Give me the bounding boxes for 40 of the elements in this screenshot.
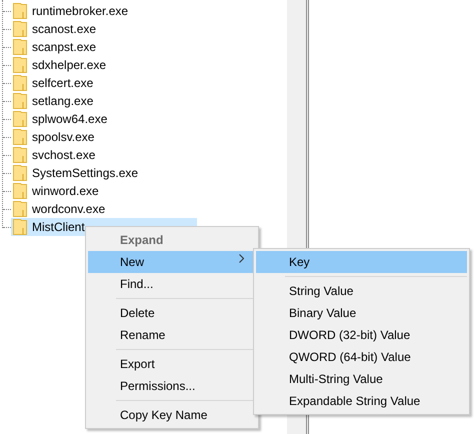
menu-item[interactable]: Expandable String Value <box>256 390 467 412</box>
tree-item[interactable]: spoolsv.exe <box>11 128 108 146</box>
folder-icon <box>13 111 27 127</box>
tree-item[interactable]: splwow64.exe <box>11 110 122 128</box>
folder-icon <box>13 39 27 55</box>
menu-item[interactable]: Delete <box>88 302 256 324</box>
menu-item[interactable]: Find... <box>88 273 256 295</box>
tree-item[interactable]: svchost.exe <box>11 146 110 164</box>
folder-icon <box>13 93 27 109</box>
menu-item[interactable]: Key <box>256 251 467 273</box>
tree-item[interactable]: SystemSettings.exe <box>11 164 152 182</box>
tree-item[interactable]: setlang.exe <box>11 92 108 110</box>
folder-icon <box>13 129 27 145</box>
tree-item[interactable]: scanpst.exe <box>11 38 110 56</box>
folder-icon <box>13 3 27 19</box>
menu-item[interactable]: New <box>88 251 256 273</box>
folder-icon <box>13 75 27 91</box>
menu-item[interactable]: QWORD (64-bit) Value <box>256 346 467 368</box>
tree-item[interactable]: selfcert.exe <box>11 74 108 92</box>
menu-item[interactable]: DWORD (32-bit) Value <box>256 324 467 346</box>
folder-icon <box>13 219 27 235</box>
tree-item[interactable]: wordconv.exe <box>11 200 120 218</box>
folder-icon <box>13 183 27 199</box>
menu-item[interactable]: Rename <box>88 324 256 346</box>
tree-item[interactable]: runtimebroker.exe <box>11 2 142 20</box>
tree-item[interactable]: winword.exe <box>11 182 113 200</box>
menu-item[interactable]: Multi-String Value <box>256 368 467 390</box>
folder-icon <box>13 201 27 217</box>
menu-item[interactable]: Copy Key Name <box>88 404 256 426</box>
tree-item[interactable]: scanost.exe <box>11 20 110 38</box>
menu-item[interactable]: Binary Value <box>256 302 467 324</box>
folder-icon <box>13 21 27 37</box>
chevron-right-icon <box>239 254 244 263</box>
menu-item[interactable]: Permissions... <box>88 375 256 397</box>
menu-item[interactable]: String Value <box>256 280 467 302</box>
folder-icon <box>13 165 27 181</box>
tree-item[interactable]: sdxhelper.exe <box>11 56 120 74</box>
folder-icon <box>13 147 27 163</box>
folder-icon <box>13 57 27 73</box>
menu-item[interactable]: Export <box>88 353 256 375</box>
